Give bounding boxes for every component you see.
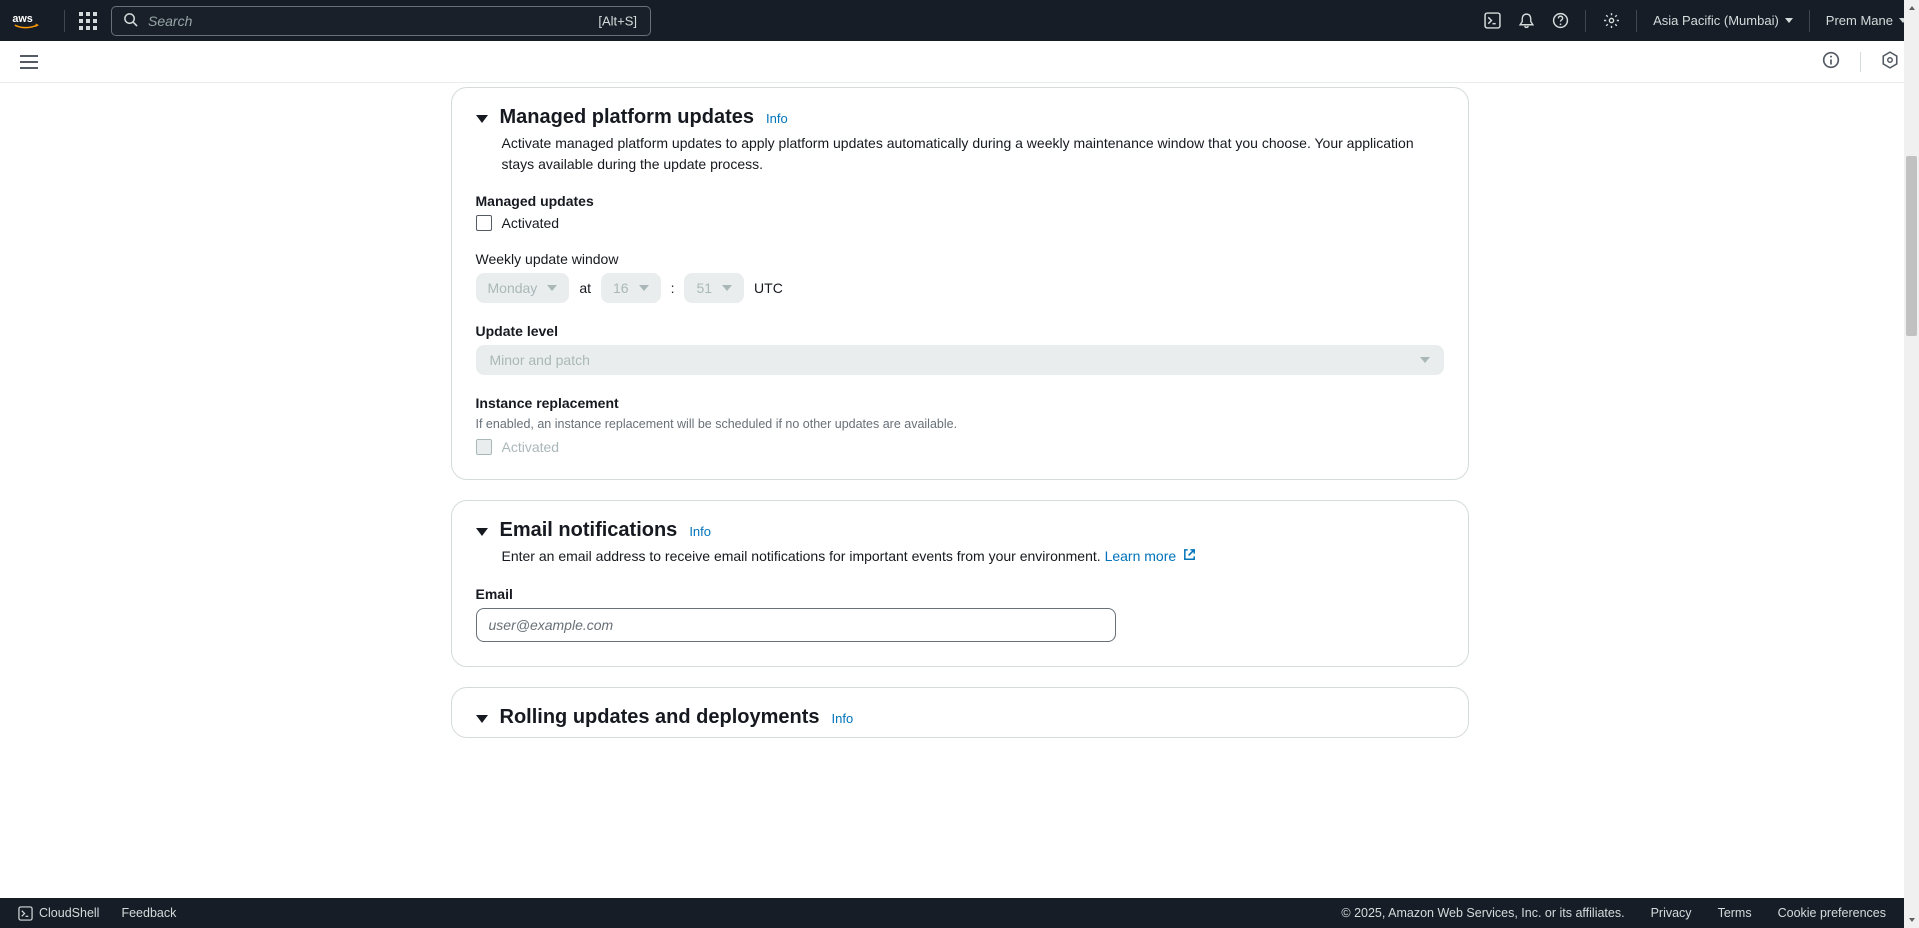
user-menu[interactable]: Prem Mane (1826, 13, 1907, 28)
services-menu-icon[interactable] (79, 12, 97, 30)
caret-down-icon (1420, 357, 1430, 363)
region-label: Asia Pacific (Mumbai) (1653, 13, 1779, 28)
instance-replacement-checkbox (476, 439, 492, 455)
update-level-select[interactable]: Minor and patch (476, 345, 1444, 375)
feedback-link[interactable]: Feedback (121, 906, 176, 920)
update-level-value: Minor and patch (490, 352, 590, 368)
collapse-caret-icon[interactable] (476, 528, 488, 536)
managed-updates-field: Managed updates Activated (476, 193, 1444, 231)
email-field-group: Email (476, 586, 1444, 642)
scrollbar-thumb[interactable] (1906, 156, 1917, 336)
page-scrollbar[interactable] (1904, 0, 1919, 928)
day-value: Monday (488, 280, 538, 296)
info-panel-icon[interactable] (1822, 51, 1840, 72)
minute-select[interactable]: 51 (684, 273, 744, 303)
preferences-icon[interactable] (1881, 51, 1899, 72)
settings-icon[interactable] (1602, 12, 1620, 30)
main-content-wrap: Managed platform updates Info Activate m… (0, 83, 1919, 898)
info-link[interactable]: Info (766, 111, 788, 126)
rolling-updates-panel: Rolling updates and deployments Info (451, 687, 1469, 738)
instance-replacement-field: Instance replacement If enabled, an inst… (476, 395, 1444, 455)
panel-header: Rolling updates and deployments Info (476, 706, 1444, 729)
search-wrap: [Alt+S] (111, 6, 651, 36)
main-content: Managed platform updates Info Activate m… (451, 87, 1469, 878)
search-input[interactable] (111, 6, 651, 36)
divider (64, 10, 65, 32)
caret-down-icon (722, 285, 732, 291)
checkbox-row: Activated (476, 215, 1444, 231)
scroll-down-button[interactable] (1904, 912, 1919, 928)
email-input[interactable] (476, 608, 1116, 642)
info-link[interactable]: Info (689, 524, 711, 539)
region-selector[interactable]: Asia Pacific (Mumbai) (1653, 13, 1793, 28)
search-shortcut: [Alt+S] (598, 13, 637, 28)
colon: : (671, 280, 675, 296)
field-label: Managed updates (476, 193, 1444, 209)
managed-updates-panel: Managed platform updates Info Activate m… (451, 87, 1469, 480)
top-header: aws [Alt+S] Asia Pacific (Mumb (0, 0, 1919, 41)
collapse-caret-icon[interactable] (476, 115, 488, 123)
scrollbar-track[interactable] (1904, 16, 1919, 912)
learn-more-link[interactable]: Learn more (1105, 548, 1177, 564)
panel-header: Managed platform updates Info (476, 106, 1444, 129)
cloudshell-icon[interactable] (1483, 12, 1501, 30)
terms-link[interactable]: Terms (1718, 906, 1752, 920)
update-level-field: Update level Minor and patch (476, 323, 1444, 375)
weekly-window-row: Monday at 16 : 51 UTC (476, 273, 1444, 303)
copyright-text: © 2025, Amazon Web Services, Inc. or its… (1341, 906, 1624, 920)
sub-header-right (1822, 51, 1899, 72)
footer-left: CloudShell Feedback (18, 906, 176, 921)
activated-checkbox[interactable] (476, 215, 492, 231)
hour-select[interactable]: 16 (601, 273, 661, 303)
divider (1809, 10, 1810, 32)
field-label: Email (476, 586, 1444, 602)
hour-value: 16 (613, 280, 629, 296)
panel-title: Managed platform updates (500, 106, 754, 129)
email-notifications-panel: Email notifications Info Enter an email … (451, 500, 1469, 667)
caret-down-icon (1785, 18, 1793, 23)
panel-description: Activate managed platform updates to app… (502, 133, 1444, 175)
field-hint: If enabled, an instance replacement will… (476, 417, 1444, 431)
search-icon (123, 12, 138, 30)
scroll-up-button[interactable] (1904, 0, 1919, 16)
panel-title: Email notifications (500, 519, 678, 542)
checkbox-row: Activated (476, 439, 1444, 455)
panel-description: Enter an email address to receive email … (502, 546, 1444, 568)
utc-label: UTC (754, 280, 783, 296)
aws-logo[interactable]: aws (12, 0, 50, 41)
minute-value: 51 (696, 280, 712, 296)
divider (1636, 10, 1637, 32)
notifications-icon[interactable] (1517, 12, 1535, 30)
cloudshell-link[interactable]: CloudShell (18, 906, 99, 921)
divider (1860, 52, 1861, 72)
help-icon[interactable] (1551, 12, 1569, 30)
checkbox-label: Activated (502, 439, 560, 455)
caret-down-icon (547, 285, 557, 291)
at-label: at (579, 280, 591, 296)
footer-right: © 2025, Amazon Web Services, Inc. or its… (1341, 906, 1886, 920)
sub-header (0, 41, 1919, 83)
footer: CloudShell Feedback © 2025, Amazon Web S… (0, 898, 1904, 928)
svg-text:aws: aws (12, 12, 32, 24)
field-label: Instance replacement (476, 395, 1444, 411)
weekly-window-field: Weekly update window Monday at 16 : 51 (476, 251, 1444, 303)
header-right: Asia Pacific (Mumbai) Prem Mane (1483, 10, 1907, 32)
field-label: Update level (476, 323, 1444, 339)
external-link-icon (1182, 547, 1197, 568)
panel-title: Rolling updates and deployments (500, 706, 820, 729)
field-label: Weekly update window (476, 251, 1444, 267)
cloudshell-label: CloudShell (39, 906, 99, 920)
caret-down-icon (639, 285, 649, 291)
desc-text: Enter an email address to receive email … (502, 548, 1105, 564)
menu-toggle-icon[interactable] (20, 55, 38, 69)
collapse-caret-icon[interactable] (476, 715, 488, 723)
checkbox-label: Activated (502, 215, 560, 231)
divider (1585, 10, 1586, 32)
day-select[interactable]: Monday (476, 273, 570, 303)
panel-header: Email notifications Info (476, 519, 1444, 542)
user-label: Prem Mane (1826, 13, 1893, 28)
info-link[interactable]: Info (832, 711, 854, 726)
cookie-link[interactable]: Cookie preferences (1778, 906, 1886, 920)
privacy-link[interactable]: Privacy (1651, 906, 1692, 920)
